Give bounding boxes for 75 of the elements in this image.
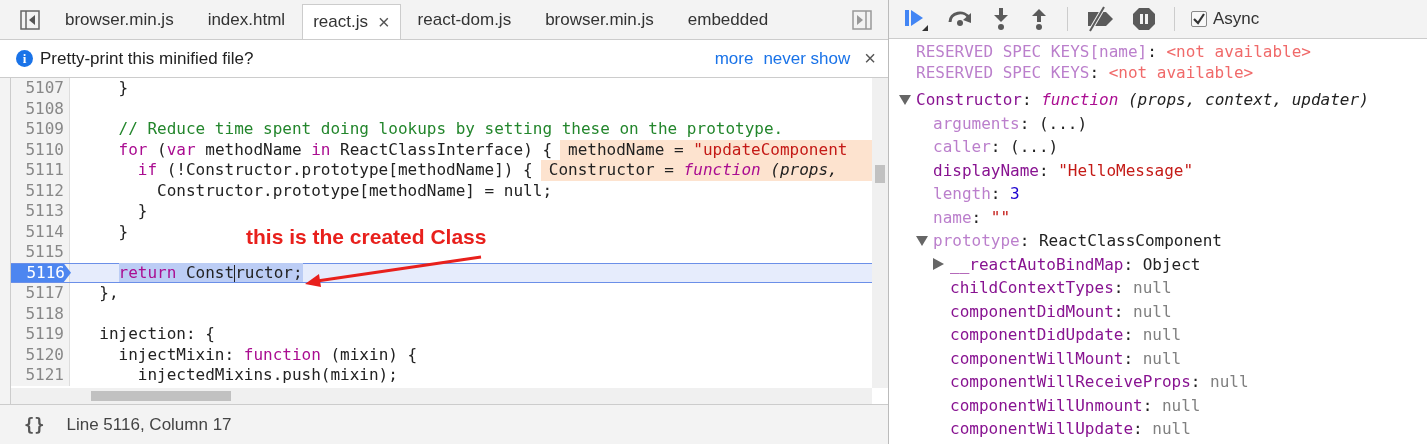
tab[interactable]: browser.min.js [48, 0, 191, 39]
property-entry[interactable]: RESERVED SPEC KEYS[name]: <not available> [916, 41, 1311, 62]
infobar-link[interactable]: never show [763, 48, 851, 69]
pretty-print-button[interactable]: {} [24, 414, 45, 435]
property-entry[interactable]: componentDidUpdate: null [950, 323, 1182, 347]
code-line: for (var methodName in ReactClassInterface) { [117, 139, 553, 160]
scrollbar-thumb[interactable] [875, 165, 885, 183]
line-number: 5111 [25, 160, 65, 181]
code-line: }, [98, 283, 119, 304]
property-entry[interactable]: componentWillUnmount: null [950, 393, 1201, 417]
line-number: 5108 [25, 98, 65, 119]
checkbox[interactable] [1191, 11, 1207, 27]
property-entry[interactable]: componentWillReceiveProps: null [950, 370, 1249, 394]
tab[interactable]: embedded [670, 0, 786, 39]
vertical-scrollbar[interactable] [872, 78, 888, 388]
line-number: 5121 [25, 365, 65, 386]
tab[interactable]: browser.min.js [528, 0, 671, 39]
property-entry[interactable]: RESERVED SPEC KEYS: <not available> [916, 62, 1254, 83]
infobar-link[interactable]: more [714, 48, 754, 69]
property-entry[interactable]: __reactAutoBindMap: Object [950, 252, 1201, 276]
line-number: 5114 [25, 221, 65, 242]
property-entry[interactable]: componentWillUpdate: null [950, 417, 1191, 441]
code-line: if (!Constructor.prototype[methodName]) { [136, 160, 533, 181]
tab[interactable]: index.html [190, 0, 303, 39]
line-number: 5115 [25, 242, 65, 263]
tab[interactable]: react.js × [302, 4, 401, 39]
line-number: 5118 [25, 303, 65, 324]
sidebar-toggle-icon[interactable] [20, 9, 40, 30]
checkbox-label: Async [1213, 9, 1260, 29]
line-number: 5112 [25, 180, 65, 201]
close-button[interactable]: × [864, 47, 876, 70]
sidebar-toggle-icon[interactable] [852, 9, 872, 30]
property-entry[interactable]: displayName: "HelloMessage" [933, 158, 1194, 182]
tab[interactable]: react-dom.js [400, 0, 529, 39]
line-number: 5109 [25, 119, 65, 140]
property-entry[interactable]: caller: (...) [933, 135, 1059, 159]
line-number: 5113 [25, 201, 65, 222]
code-line: // Reduce time spent doing lookups by setting these on the prototype. [117, 119, 784, 140]
property-entry[interactable]: componentDidMount: null [950, 299, 1172, 323]
line-number: 5119 [25, 324, 65, 345]
property-entry[interactable]: childContextTypes: null [950, 276, 1172, 300]
inline-value: methodName = "updateComponent [560, 139, 872, 160]
property-entry[interactable]: prototype: ReactClassComponent [933, 229, 1222, 253]
deactivate-breakpoints-icon[interactable] [1086, 6, 1114, 32]
line-number: 5117 [25, 283, 65, 304]
code-line: } [136, 201, 148, 222]
execution-marker: 5116 [11, 263, 71, 282]
line-number: 5107 [25, 78, 65, 99]
callout-text: this is the created Class [246, 225, 487, 249]
line-number: 5120 [25, 344, 65, 365]
code-line: Constructor.prototype[methodName] = null; [156, 180, 552, 201]
infobar-message: Pretty-print this minified file? [40, 48, 254, 69]
property-entry[interactable]: arguments: (...) [933, 111, 1088, 135]
code-line: injection: { [98, 324, 215, 345]
property-entry[interactable]: Constructor: function (props, context, updater) [916, 88, 1369, 112]
collapse-triangle-icon[interactable] [899, 94, 911, 105]
pause-on-exceptions-icon[interactable] [1132, 7, 1156, 31]
text-cursor [234, 264, 236, 282]
inline-value: Constructor = function (props, [540, 160, 872, 181]
info-icon: i [16, 50, 33, 67]
property-entry[interactable]: name: "" [933, 205, 1011, 229]
close-tab-button[interactable]: × [377, 10, 390, 34]
code-line: injectMixin: function (mixin) { [117, 344, 418, 365]
horizontal-scrollbar[interactable] [11, 388, 872, 404]
collapse-triangle-icon[interactable] [916, 235, 928, 246]
property-entry[interactable]: componentWillMount: null [950, 346, 1182, 370]
cursor-position: Line 5116, Column 17 [66, 414, 232, 435]
expand-triangle-icon[interactable] [933, 258, 944, 271]
scrollbar-thumb[interactable] [91, 391, 231, 401]
async-checkbox[interactable]: Async [1191, 9, 1260, 29]
line-number: 5110 [25, 139, 65, 160]
code-line: } [117, 221, 129, 242]
code-line: } [117, 78, 129, 99]
property-entry[interactable]: length: 3 [933, 182, 1020, 206]
code-line: injectedMixins.push(mixin); [136, 365, 398, 386]
